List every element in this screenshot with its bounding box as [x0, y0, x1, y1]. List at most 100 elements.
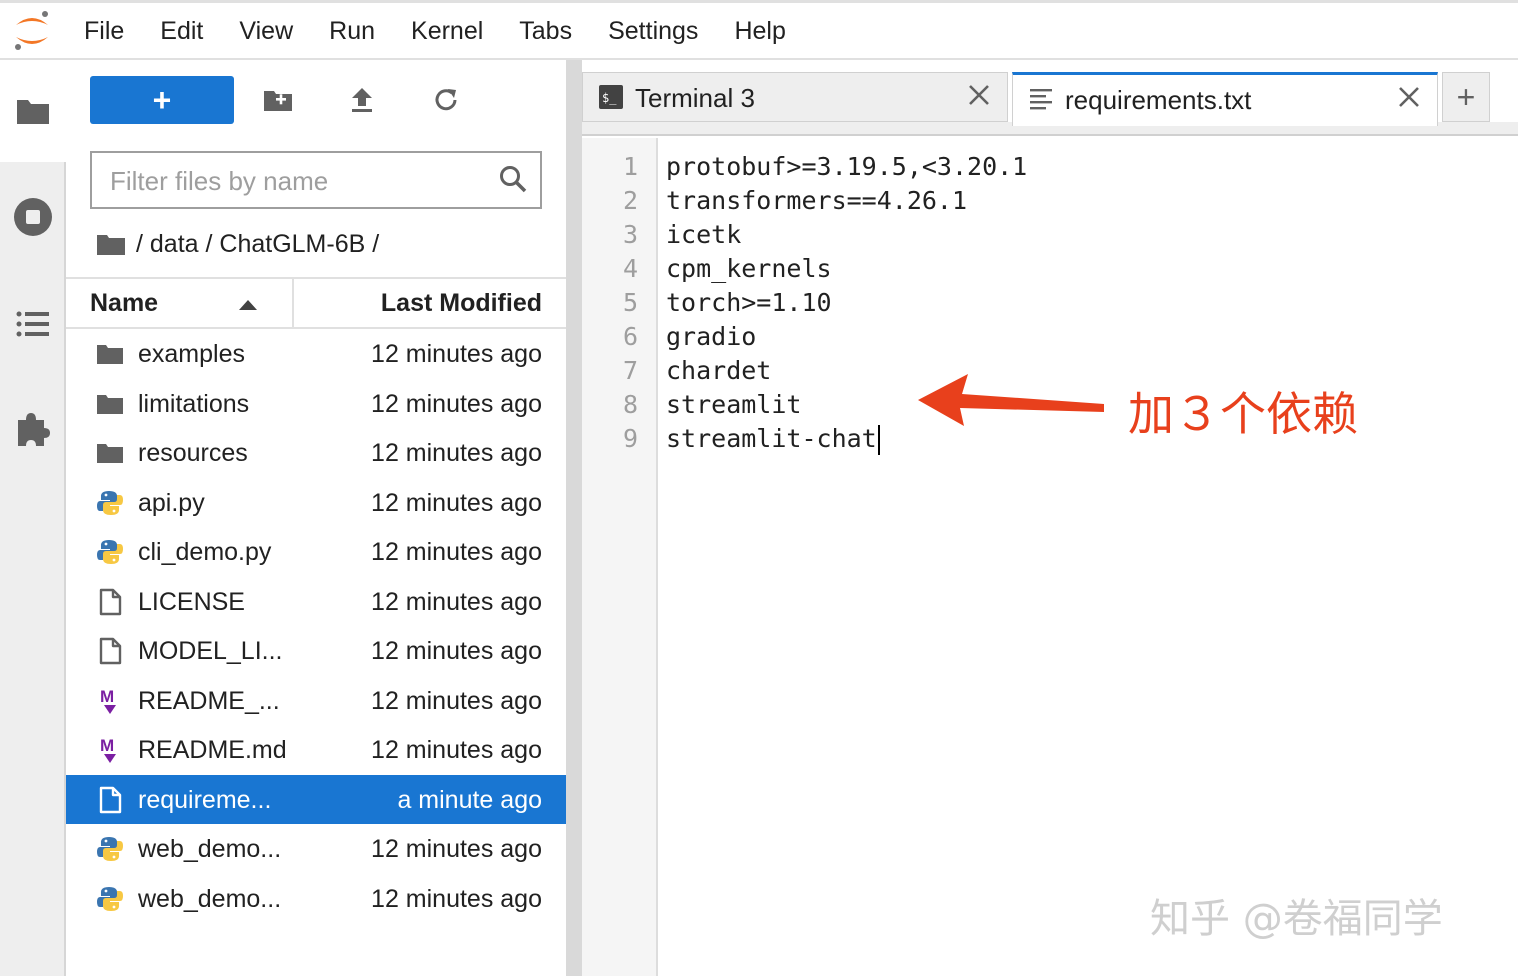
stop-circle-icon[interactable] — [12, 196, 54, 238]
add-tab-button[interactable]: + — [1442, 72, 1490, 122]
panel-splitter[interactable] — [566, 60, 582, 976]
file-row[interactable]: web_demo... 12 minutes ago — [66, 824, 566, 874]
code-line: protobuf>=3.19.5,<3.20.1 — [666, 152, 1027, 181]
markdown-icon: M — [96, 735, 124, 765]
folder-icon — [96, 339, 124, 369]
refresh-icon[interactable] — [428, 82, 464, 118]
python-icon — [96, 488, 124, 518]
file-modified: 12 minutes ago — [371, 884, 542, 913]
terminal-icon: $_ — [599, 85, 623, 109]
line-number: 9 — [622, 424, 638, 453]
file-row[interactable]: limitations 12 minutes ago — [66, 379, 566, 429]
home-folder-icon[interactable] — [96, 232, 126, 256]
file-name: web_demo... — [138, 835, 282, 863]
watermark: 知乎 @卷福同学 — [1150, 896, 1443, 942]
svg-text:M: M — [100, 736, 114, 755]
code-line-text: icetk — [666, 220, 742, 249]
annotation-arrow — [918, 374, 1104, 426]
python-icon — [96, 834, 124, 864]
file-row[interactable]: M README_... 12 minutes ago — [66, 676, 566, 726]
code-line-text: streamlit-chat — [666, 424, 877, 453]
code-line-text: transformers==4.26.1 — [666, 186, 968, 215]
upload-icon[interactable] — [344, 82, 380, 118]
file-name: examples — [138, 340, 245, 368]
list-icon[interactable] — [12, 303, 54, 345]
file-name: api.py — [138, 488, 205, 517]
file-modified: 12 minutes ago — [371, 637, 542, 665]
folder-icon — [96, 438, 124, 468]
menu-run[interactable]: Run — [311, 17, 393, 46]
text-cursor — [877, 425, 880, 455]
jupyter-logo-icon — [15, 11, 48, 50]
line-number: 5 — [622, 288, 638, 317]
tab-requirements[interactable]: requirements.txt — [1012, 72, 1438, 126]
file-row[interactable]: MODEL_LI... 12 minutes ago — [66, 626, 566, 676]
file-name: LICENSE — [138, 587, 245, 616]
code-line: chardet — [666, 356, 771, 385]
menu-file[interactable]: File — [66, 17, 142, 46]
close-icon[interactable] — [1397, 85, 1421, 109]
code-line: gradio — [666, 322, 756, 351]
code-line: torch>=1.10 — [666, 288, 832, 317]
file-modified: 12 minutes ago — [371, 439, 542, 467]
file-name: web_demo... — [138, 884, 282, 913]
file-row[interactable]: LICENSE 12 minutes ago — [66, 577, 566, 627]
file-modified: 12 minutes ago — [371, 835, 542, 863]
menu-view[interactable]: View — [221, 17, 311, 46]
file-row[interactable]: M README.md 12 minutes ago — [66, 725, 566, 775]
menu-tabs[interactable]: Tabs — [501, 17, 590, 46]
filter-box — [90, 151, 542, 209]
menu-settings[interactable]: Settings — [590, 17, 716, 46]
line-number: 2 — [622, 186, 638, 215]
text-file-icon — [1030, 89, 1052, 110]
line-number: 3 — [622, 220, 638, 249]
file-row[interactable]: api.py 12 minutes ago — [66, 478, 566, 528]
file-list: examples 12 minutes ago limitations 12 minu… — [66, 329, 566, 923]
search-icon — [500, 166, 527, 193]
svg-text:M: M — [100, 687, 114, 706]
tab-label: requirements.txt — [1065, 85, 1252, 115]
line-number: 7 — [622, 356, 638, 385]
breadcrumb-path[interactable]: / data / ChatGLM-6B / — [136, 230, 379, 259]
folder-icon[interactable] — [12, 90, 54, 132]
file-modified: a minute ago — [397, 785, 542, 814]
file-name: requireme... — [138, 785, 272, 814]
new-launcher-button[interactable]: + — [90, 76, 234, 124]
file-name: resources — [138, 439, 248, 467]
file-modified: 12 minutes ago — [371, 587, 542, 616]
file-row[interactable]: web_demo... 12 minutes ago — [66, 874, 566, 924]
puzzle-icon[interactable] — [12, 408, 54, 450]
column-divider[interactable] — [292, 279, 294, 327]
code-line: streamlit — [666, 390, 801, 419]
column-last-modified[interactable]: Last Modified — [381, 289, 542, 318]
tab-label: Terminal 3 — [635, 83, 755, 113]
line-number: 8 — [622, 390, 638, 419]
file-row[interactable]: requireme... a minute ago — [66, 774, 566, 824]
close-icon[interactable] — [967, 83, 991, 107]
code-line: icetk — [666, 220, 741, 249]
file-icon — [96, 636, 124, 666]
code-line: streamlit-chat — [666, 424, 880, 455]
file-name: README.md — [138, 736, 287, 764]
menu-kernel[interactable]: Kernel — [393, 17, 501, 46]
menu-edit[interactable]: Edit — [142, 17, 221, 46]
activity-bar — [0, 60, 66, 976]
file-modified: 12 minutes ago — [371, 488, 542, 517]
file-row[interactable]: resources 12 minutes ago — [66, 428, 566, 478]
folder-icon — [96, 389, 124, 419]
python-icon — [96, 884, 124, 914]
file-modified: 12 minutes ago — [371, 340, 542, 368]
breadcrumb: / data / ChatGLM-6B / — [96, 226, 379, 262]
menu-help[interactable]: Help — [716, 17, 803, 46]
file-name: limitations — [138, 389, 250, 418]
sort-ascending-icon[interactable] — [238, 299, 258, 311]
new-folder-icon[interactable] — [260, 82, 296, 118]
column-name[interactable]: Name — [90, 289, 158, 318]
line-number: 1 — [622, 152, 638, 181]
tab-terminal[interactable]: $_ Terminal 3 — [582, 72, 1008, 122]
filter-input[interactable] — [92, 153, 502, 209]
file-icon — [96, 587, 124, 617]
file-modified: 12 minutes ago — [371, 389, 542, 418]
file-row[interactable]: cli_demo.py 12 minutes ago — [66, 527, 566, 577]
file-row[interactable]: examples 12 minutes ago — [66, 329, 566, 379]
